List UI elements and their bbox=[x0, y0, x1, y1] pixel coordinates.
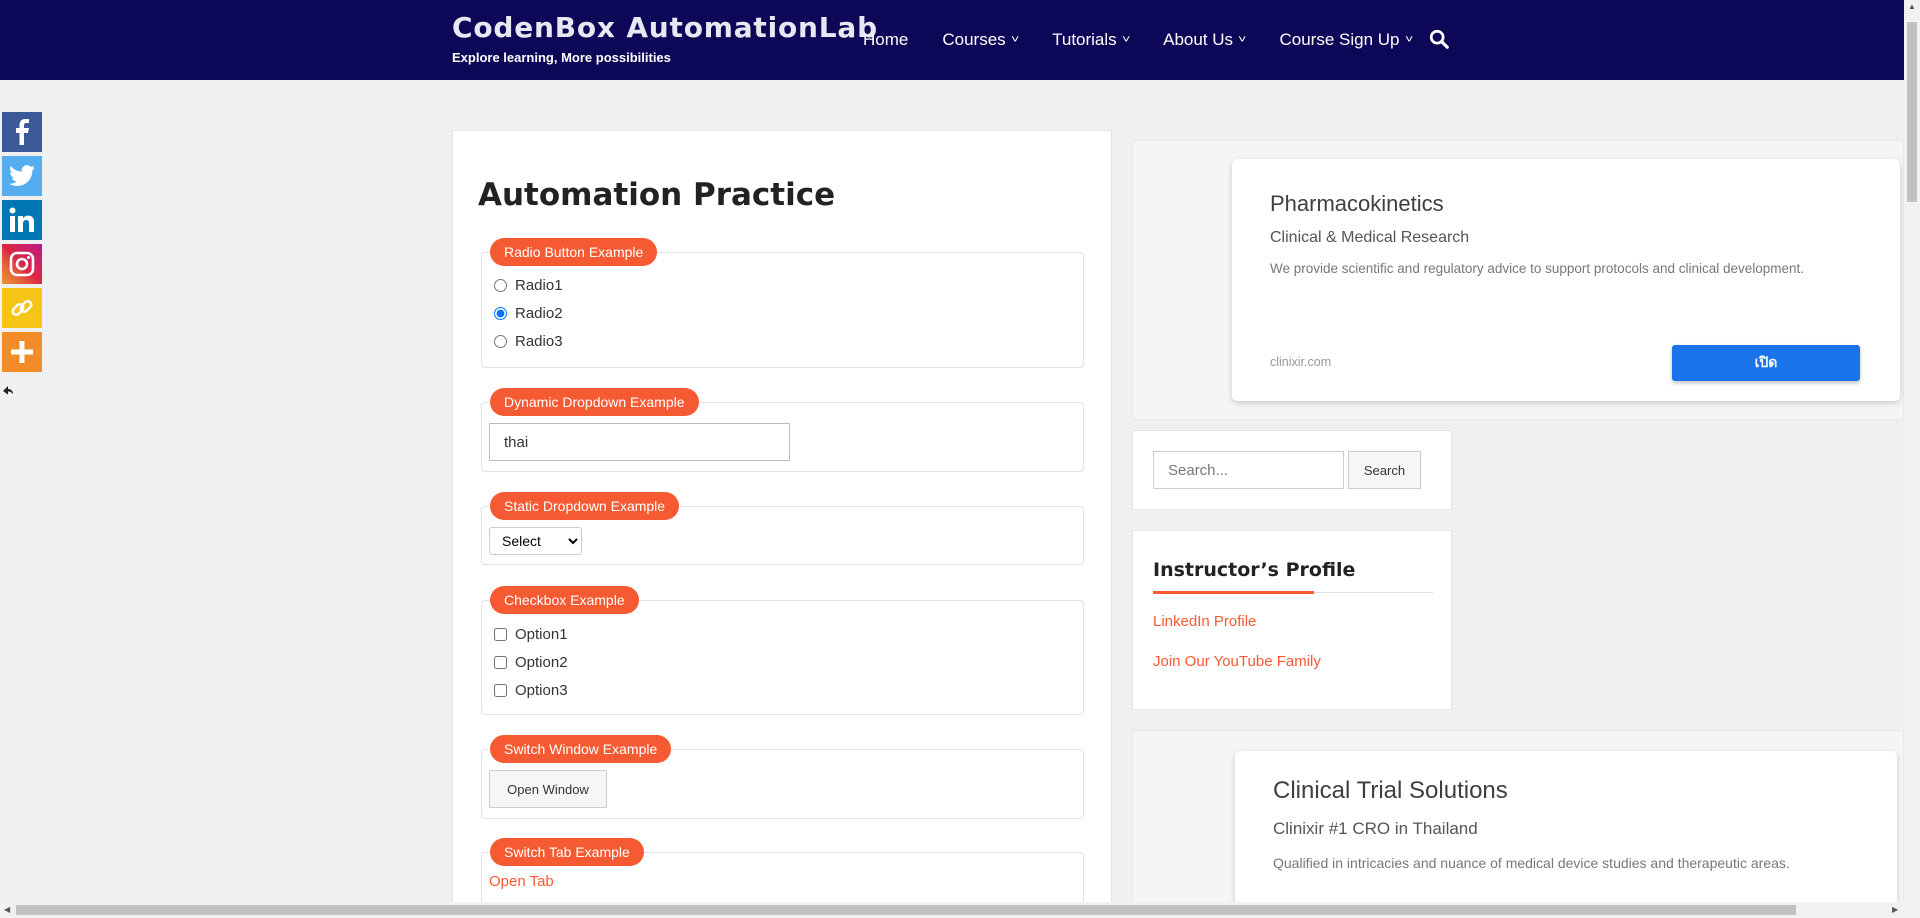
switch-window-section: Switch Window Example Open Window bbox=[481, 735, 1084, 819]
ad-card-2[interactable]: Clinical Trial Solutions Clinixir #1 CRO… bbox=[1235, 751, 1897, 918]
horizontal-scrollbar[interactable]: ◀ ▶ bbox=[0, 902, 1904, 918]
checkbox-label: Option3 bbox=[515, 682, 568, 699]
nav-tutorials[interactable]: Tutorials ˅ bbox=[1052, 30, 1131, 50]
option2-checkbox[interactable] bbox=[494, 656, 507, 669]
brand[interactable]: CodenBox AutomationLab Explore learning,… bbox=[452, 11, 878, 65]
option3-checkbox[interactable] bbox=[494, 684, 507, 697]
section-legend: Switch Window Example bbox=[490, 735, 672, 763]
nav-label: Courses bbox=[942, 30, 1006, 49]
nav-label: Home bbox=[863, 30, 909, 49]
checkbox-option-1[interactable]: Option1 bbox=[494, 626, 568, 643]
ad-description: We provide scientific and regulatory adv… bbox=[1270, 261, 1805, 276]
widget-title: Instructor’s Profile bbox=[1153, 559, 1356, 581]
ad-subtitle: Clinixir #1 CRO in Thailand bbox=[1273, 819, 1478, 838]
radio-button-section: Radio Button Example Radio1 Radio2 Radio… bbox=[481, 238, 1084, 368]
instagram-icon[interactable] bbox=[2, 244, 42, 284]
checkbox-label: Option1 bbox=[515, 626, 568, 643]
static-dropdown-section: Static Dropdown Example Select bbox=[481, 492, 1084, 565]
radio-option-1[interactable]: Radio1 bbox=[494, 277, 563, 294]
autocomplete-input[interactable] bbox=[489, 423, 790, 461]
chevron-down-icon: ˅ bbox=[1238, 34, 1247, 46]
checkbox-option-3[interactable]: Option3 bbox=[494, 682, 568, 699]
radio-label: Radio2 bbox=[515, 305, 563, 322]
vertical-scrollbar-thumb[interactable] bbox=[1907, 22, 1917, 202]
checkbox-section: Checkbox Example Option1 Option2 Option3 bbox=[481, 586, 1084, 715]
brand-title[interactable]: CodenBox AutomationLab bbox=[452, 11, 878, 44]
radio-option-3[interactable]: Radio3 bbox=[494, 333, 563, 350]
radio2-input[interactable] bbox=[494, 307, 507, 320]
chevron-down-icon: ˅ bbox=[1121, 34, 1131, 46]
social-share-bar bbox=[2, 112, 42, 376]
nav-home[interactable]: Home bbox=[863, 30, 908, 50]
nav-label: Course Sign Up bbox=[1279, 30, 1400, 49]
section-legend: Dynamic Dropdown Example bbox=[490, 388, 699, 416]
sidebar-search-input[interactable] bbox=[1153, 451, 1344, 489]
ad-subtitle: Clinical & Medical Research bbox=[1270, 229, 1470, 246]
main-nav: Home Courses ˅ Tutorials ˅ About Us ˅ Cours… bbox=[863, 0, 1446, 80]
link-icon[interactable] bbox=[2, 288, 42, 328]
page-title: Automation Practice bbox=[478, 177, 836, 213]
twitter-icon[interactable] bbox=[2, 156, 42, 196]
ad-container: Pharmacokinetics Clinical & Medical Rese… bbox=[1132, 140, 1904, 420]
vertical-scrollbar[interactable]: ▲ bbox=[1904, 0, 1920, 918]
radio-option-2[interactable]: Radio2 bbox=[494, 305, 563, 322]
section-legend: Switch Tab Example bbox=[490, 838, 644, 866]
static-dropdown-select[interactable]: Select bbox=[489, 527, 582, 555]
nav-about-us[interactable]: About Us ˅ bbox=[1163, 30, 1247, 50]
ad-open-button[interactable]: เปิด bbox=[1672, 345, 1860, 381]
chevron-down-icon: ˅ bbox=[1404, 34, 1413, 46]
radio3-input[interactable] bbox=[494, 335, 507, 348]
checkbox-label: Option2 bbox=[515, 654, 568, 671]
section-legend: Static Dropdown Example bbox=[490, 492, 680, 520]
ad-description: Qualified in intricacies and nuance of m… bbox=[1273, 855, 1790, 871]
brand-tagline: Explore learning, More possibilities bbox=[452, 50, 671, 65]
radio1-input[interactable] bbox=[494, 279, 507, 292]
dynamic-dropdown-section: Dynamic Dropdown Example bbox=[481, 388, 1084, 472]
hide-share-bar-icon[interactable] bbox=[2, 384, 14, 399]
ad-title[interactable]: Clinical Trial Solutions bbox=[1273, 777, 1508, 805]
open-window-button[interactable]: Open Window bbox=[489, 770, 607, 808]
ad-domain[interactable]: clinixir.com bbox=[1270, 355, 1331, 369]
nav-label: Tutorials bbox=[1052, 30, 1117, 49]
facebook-icon[interactable] bbox=[2, 112, 42, 152]
site-header: CodenBox AutomationLab Explore learning,… bbox=[0, 0, 1904, 80]
nav-course-sign-up[interactable]: Course Sign Up ˅ bbox=[1279, 30, 1413, 50]
radio-label: Radio3 bbox=[515, 333, 563, 350]
automation-practice-card: Automation Practice Radio Button Example… bbox=[452, 130, 1112, 918]
widget-divider-accent bbox=[1153, 591, 1314, 594]
checkbox-option-2[interactable]: Option2 bbox=[494, 654, 568, 671]
linkedin-icon[interactable] bbox=[2, 200, 42, 240]
sidebar-search-button[interactable]: Search bbox=[1348, 451, 1421, 489]
scroll-left-icon[interactable]: ◀ bbox=[4, 905, 10, 914]
instructor-profile-widget: Instructor’s Profile LinkedIn Profile Jo… bbox=[1132, 530, 1452, 710]
ad-card[interactable]: Pharmacokinetics Clinical & Medical Rese… bbox=[1232, 159, 1900, 401]
youtube-family-link[interactable]: Join Our YouTube Family bbox=[1153, 653, 1321, 670]
ad-title[interactable]: Pharmacokinetics bbox=[1270, 191, 1444, 217]
option1-checkbox[interactable] bbox=[494, 628, 507, 641]
chevron-down-icon: ˅ bbox=[1010, 34, 1020, 46]
scroll-up-icon[interactable]: ▲ bbox=[1908, 2, 1916, 11]
search-icon[interactable] bbox=[1428, 28, 1450, 50]
nav-courses[interactable]: Courses ˅ bbox=[942, 30, 1020, 50]
section-legend: Radio Button Example bbox=[490, 238, 658, 266]
section-legend: Checkbox Example bbox=[490, 586, 639, 614]
linkedin-profile-link[interactable]: LinkedIn Profile bbox=[1153, 613, 1256, 630]
open-tab-link[interactable]: Open Tab bbox=[489, 873, 554, 890]
search-widget: Search bbox=[1132, 430, 1452, 510]
horizontal-scrollbar-thumb[interactable] bbox=[16, 905, 1796, 915]
scroll-right-icon[interactable]: ▶ bbox=[1892, 905, 1898, 914]
more-share-icon[interactable] bbox=[2, 332, 42, 372]
radio-label: Radio1 bbox=[515, 277, 563, 294]
nav-label: About Us bbox=[1163, 30, 1234, 49]
ad-container-2: Clinical Trial Solutions Clinixir #1 CRO… bbox=[1132, 730, 1904, 918]
